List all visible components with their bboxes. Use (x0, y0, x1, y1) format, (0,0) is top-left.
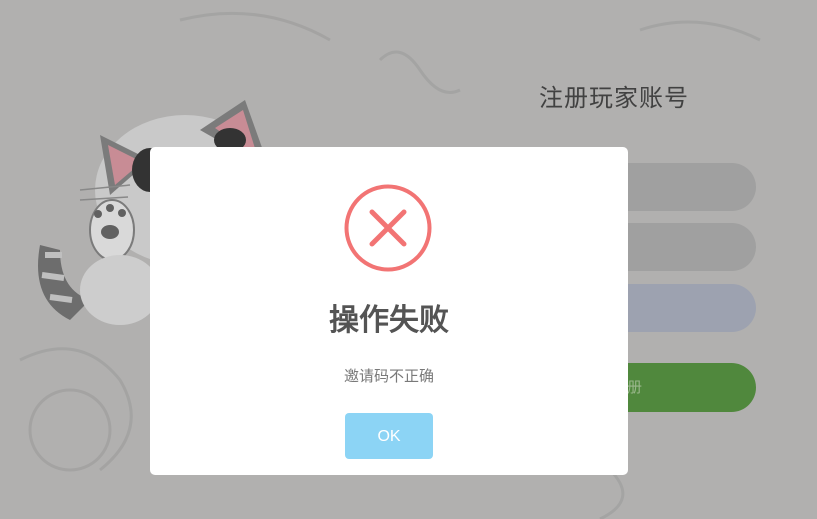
error-x-icon (344, 184, 432, 272)
ok-button[interactable]: OK (345, 413, 433, 459)
page: 注册玩家账号 册 操作失败 邀请码不正确 OK (0, 0, 817, 519)
dialog-title: 操作失败 (329, 303, 449, 338)
error-dialog: 操作失败 邀请码不正确 OK (150, 147, 628, 475)
dialog-message: 邀请码不正确 (343, 367, 434, 385)
